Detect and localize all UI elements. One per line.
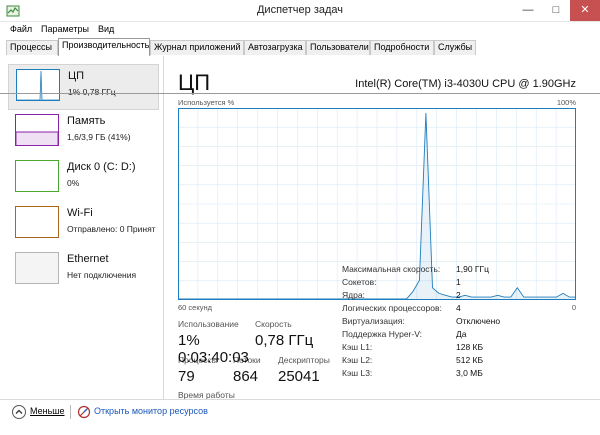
window-title: Диспетчер задач — [256, 4, 344, 16]
close-button[interactable]: ✕ — [570, 0, 600, 21]
tab-details[interactable]: Подробности — [370, 40, 434, 55]
prop-label: Кэш L3: — [342, 368, 373, 378]
speed-value: 0,78 ГГц — [255, 332, 314, 349]
prop-value: 1,90 ГГц — [456, 264, 489, 274]
prop-value: 2 — [456, 290, 461, 300]
sidebar-item-detail: 1% 0,78 ГГц — [68, 87, 116, 97]
chart-y-max-label: 100% — [556, 98, 576, 107]
chevron-up-icon — [15, 409, 23, 414]
cpu-thumbnail-graph — [16, 69, 60, 101]
prop-value: 512 КБ — [456, 355, 484, 365]
prop-label: Максимальная скорость: — [342, 264, 441, 274]
menu-view[interactable]: Вид — [98, 24, 114, 34]
prop-value: 128 КБ — [456, 342, 484, 352]
title-bar: Диспетчер задач — □ ✕ — [0, 0, 600, 22]
prop-value: 3,0 МБ — [456, 368, 483, 378]
open-resource-monitor-link[interactable]: Открыть монитор ресурсов — [94, 406, 208, 416]
tab-services[interactable]: Службы — [434, 40, 476, 55]
tab-bar: Процессы Производительность Журнал прило… — [0, 38, 600, 94]
chart-x-start-label: 60 секунд — [178, 303, 212, 312]
fewer-details-link[interactable]: Меньше — [30, 406, 65, 416]
sidebar-item-ethernet[interactable]: Ethernet Нет подключения — [8, 248, 159, 294]
sidebar-item-detail: 0% — [67, 178, 80, 188]
prop-label: Виртуализация: — [342, 316, 405, 326]
memory-thumbnail-graph — [15, 114, 59, 146]
sidebar-item-detail: 1,6/3,9 ГБ (41%) — [67, 132, 131, 142]
usage-value: 1% — [178, 332, 200, 349]
sidebar-item-memory[interactable]: Память 1,6/3,9 ГБ (41%) — [8, 110, 159, 156]
ethernet-thumbnail-graph — [15, 252, 59, 284]
prop-label: Сокетов: — [342, 277, 377, 287]
tab-performance[interactable]: Производительность — [58, 38, 150, 56]
prop-label: Кэш L2: — [342, 355, 373, 365]
tab-processes[interactable]: Процессы — [6, 40, 58, 55]
sidebar-item-detail: Отправлено: 0 Принят — [67, 224, 156, 234]
uptime-value: 0:03:40:03 — [178, 349, 249, 366]
menu-file[interactable]: Файл — [10, 24, 32, 34]
sidebar-item-label: Ethernet — [67, 253, 109, 265]
chart-x-end-label: 0 — [571, 303, 576, 312]
threads-value: 864 — [233, 368, 259, 385]
minimize-button[interactable]: — — [514, 0, 542, 21]
cpu-model-name: Intel(R) Core(TM) i3-4030U CPU @ 1.90GHz — [355, 78, 576, 90]
performance-view: ЦП 1% 0,78 ГГц Память 1,6/3,9 ГБ (41%) Д… — [0, 56, 600, 400]
resource-monitor-icon — [77, 405, 91, 419]
tab-startup[interactable]: Автозагрузка — [244, 40, 306, 55]
sidebar-item-cpu[interactable]: ЦП 1% 0,78 ГГц — [8, 64, 159, 110]
prop-label: Поддержка Hyper-V: — [342, 329, 422, 339]
menu-bar: Файл Параметры Вид — [0, 22, 600, 38]
prop-label: Логических процессоров: — [342, 303, 442, 313]
disk-thumbnail-graph — [15, 160, 59, 192]
chart-y-label: Используется % — [178, 98, 235, 107]
prop-value: 1 — [456, 277, 461, 287]
prop-value: 4 — [456, 303, 461, 313]
speed-label: Скорость — [255, 319, 292, 329]
sidebar-item-detail: Нет подключения — [67, 270, 137, 280]
prop-value: Да — [456, 329, 467, 339]
sidebar-item-label: ЦП — [68, 70, 85, 82]
prop-value: Отключено — [456, 316, 501, 326]
sidebar-item-disk[interactable]: Диск 0 (C: D:) 0% — [8, 156, 159, 202]
menu-options[interactable]: Параметры — [41, 24, 89, 34]
footer-bar: Меньше Открыть монитор ресурсов — [0, 399, 600, 435]
prop-label: Ядра: — [342, 290, 365, 300]
collapse-toggle[interactable] — [12, 405, 26, 419]
wifi-thumbnail-graph — [15, 206, 59, 238]
usage-label: Использование — [178, 319, 239, 329]
processes-value: 79 — [178, 368, 195, 385]
handles-label: Дескрипторы — [278, 355, 330, 365]
resource-sidebar: ЦП 1% 0,78 ГГц Память 1,6/3,9 ГБ (41%) Д… — [0, 56, 164, 399]
tab-app-history[interactable]: Журнал приложений — [150, 40, 244, 55]
footer-divider — [70, 405, 71, 419]
sidebar-item-label: Память — [67, 115, 106, 127]
tab-users[interactable]: Пользователи — [306, 40, 370, 55]
handles-value: 25041 — [278, 368, 320, 385]
cpu-detail-panel: ЦП Intel(R) Core(TM) i3-4030U CPU @ 1.90… — [165, 56, 600, 400]
maximize-button[interactable]: □ — [542, 0, 570, 21]
sidebar-item-wifi[interactable]: Wi-Fi Отправлено: 0 Принят — [8, 202, 159, 248]
sidebar-item-label: Wi-Fi — [67, 207, 93, 219]
tabs-divider — [0, 93, 600, 94]
sidebar-item-label: Диск 0 (C: D:) — [67, 161, 136, 173]
prop-label: Кэш L1: — [342, 342, 373, 352]
